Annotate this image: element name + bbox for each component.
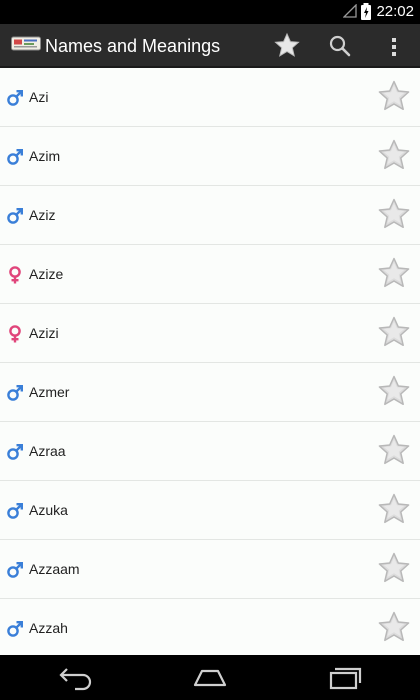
signal-icon [342,3,357,23]
status-time: 22:02 [376,3,414,20]
name-label: Azzaam [29,561,80,577]
favorite-star-icon[interactable] [376,551,412,587]
home-button[interactable] [190,663,230,691]
male-icon [6,443,24,461]
favorite-star-icon[interactable] [376,374,412,410]
name-label: Azizi [29,325,59,341]
list-item[interactable]: Azuka [0,481,420,540]
app-logo-icon [11,34,41,59]
male-icon [6,502,24,520]
favorite-star-icon[interactable] [376,197,412,233]
name-label: Aziz [29,207,56,223]
male-icon [6,620,24,638]
overflow-menu-icon [378,30,410,62]
name-label: Azize [29,266,64,282]
app-title: Names and Meanings [45,36,221,56]
names-list[interactable]: Azi Azim Aziz Azize Azizi Azmer Azraa Azuka Azza… [0,68,420,655]
status-bar: 22:02 [0,0,420,24]
name-label: Azraa [29,443,66,459]
overflow-menu-button[interactable] [378,30,410,62]
favorites-button[interactable] [271,30,303,62]
action-bar: Names and Meanings [0,24,420,68]
male-icon [6,89,24,107]
male-icon [6,207,24,225]
list-item[interactable]: Azzah [0,599,420,655]
female-icon [6,325,24,343]
favorite-star-icon[interactable] [376,610,412,646]
favorite-star-icon[interactable] [376,433,412,469]
search-icon [324,30,356,62]
list-item[interactable]: Azize [0,245,420,304]
male-icon [6,561,24,579]
navigation-bar [0,655,420,700]
name-label: Azim [29,148,61,164]
name-label: Azuka [29,502,68,518]
back-arrow-icon [55,663,95,691]
list-item[interactable]: Azi [0,68,420,127]
star-icon [271,30,303,62]
name-label: Azi [29,89,49,105]
list-item[interactable]: Aziz [0,186,420,245]
list-item[interactable]: Azizi [0,304,420,363]
list-item[interactable]: Azzaam [0,540,420,599]
home-icon [190,663,230,691]
recent-apps-button[interactable] [325,663,365,691]
back-button[interactable] [55,663,95,691]
favorite-star-icon[interactable] [376,79,412,115]
recent-apps-icon [325,663,365,691]
male-icon [6,148,24,166]
name-label: Azzah [29,620,68,636]
female-icon [6,266,24,284]
list-item[interactable]: Azraa [0,422,420,481]
battery-charging-icon [361,3,371,25]
favorite-star-icon[interactable] [376,256,412,292]
search-button[interactable] [324,30,356,62]
list-item[interactable]: Azmer [0,363,420,422]
list-item[interactable]: Azim [0,127,420,186]
favorite-star-icon[interactable] [376,138,412,174]
favorite-star-icon[interactable] [376,315,412,351]
name-label: Azmer [29,384,70,400]
male-icon [6,384,24,402]
favorite-star-icon[interactable] [376,492,412,528]
